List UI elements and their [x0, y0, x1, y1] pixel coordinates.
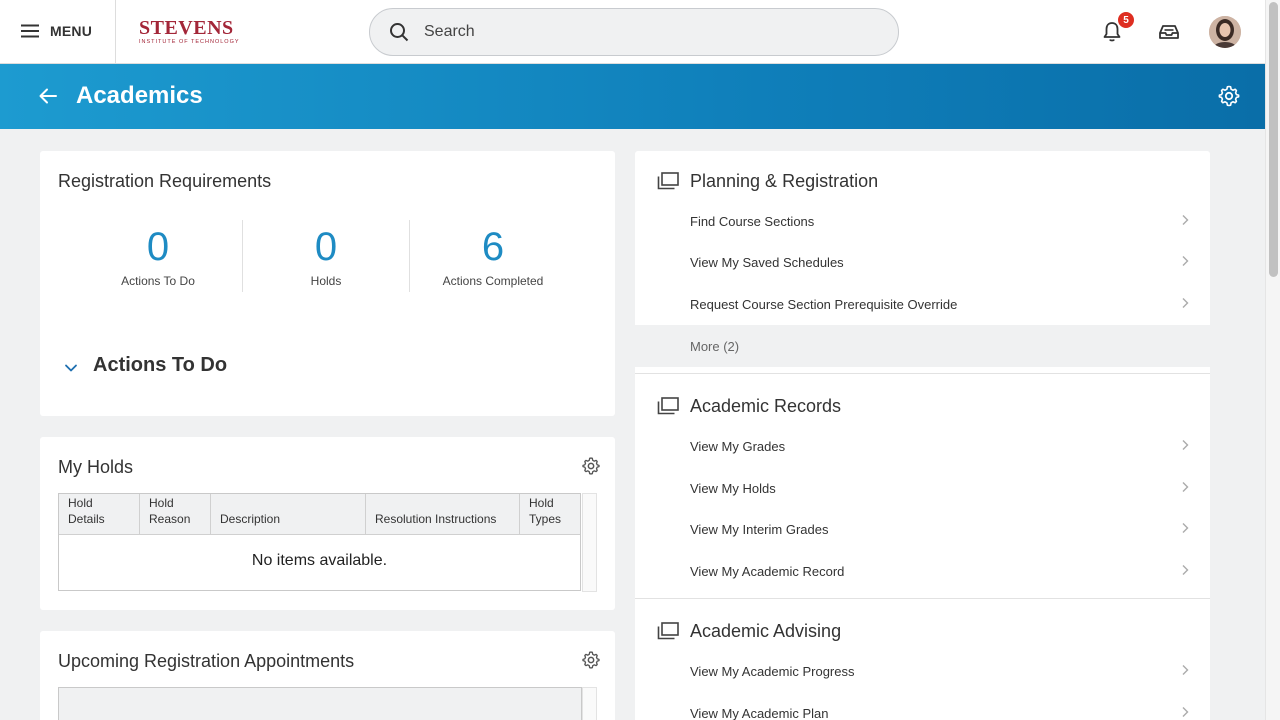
worklet-icon [657, 622, 679, 640]
section-divider [635, 598, 1210, 599]
gear-icon[interactable] [1217, 84, 1241, 108]
link-view-my-academic-record[interactable]: View My Academic Record [635, 552, 1210, 590]
page-title: Academics [76, 82, 203, 109]
stat-divider [409, 220, 410, 292]
link-view-my-interim-grades[interactable]: View My Interim Grades [635, 510, 1210, 548]
link-view-my-academic-progress[interactable]: View My Academic Progress [635, 652, 1210, 690]
chevron-right-icon [1182, 523, 1189, 533]
stevens-logo[interactable]: STEVENS INSTITUTE OF TECHNOLOGY [139, 18, 240, 45]
table-scrollbar[interactable] [582, 687, 597, 720]
chevron-right-icon [1182, 440, 1189, 450]
planning-registration-title: Planning & Registration [690, 171, 879, 191]
link-label: Find Course Sections [690, 214, 815, 229]
worklet-icon [657, 397, 679, 415]
stat-label: Actions To Do [121, 274, 195, 288]
logo-subtitle: INSTITUTE OF TECHNOLOGY [139, 39, 240, 45]
inbox-icon[interactable] [1157, 20, 1181, 44]
chevron-right-icon [1182, 665, 1189, 675]
topbar-divider [115, 0, 116, 64]
stat-actions-to-do[interactable]: 0 Actions To Do [98, 220, 218, 288]
stat-label: Actions Completed [442, 274, 544, 288]
gear-icon[interactable] [581, 456, 601, 476]
chevron-right-icon [1182, 565, 1189, 575]
chevron-right-icon [1182, 215, 1189, 225]
link-view-my-saved-schedules[interactable]: View My Saved Schedules [635, 243, 1210, 281]
page-header: Academics [0, 64, 1265, 129]
menu-label: MENU [50, 23, 93, 39]
search-placeholder: Search [424, 23, 475, 40]
link-label: View My Saved Schedules [690, 255, 844, 270]
chevron-down-icon[interactable] [62, 359, 80, 377]
avatar[interactable] [1209, 16, 1241, 48]
table-scrollbar[interactable] [582, 493, 597, 592]
stat-holds[interactable]: 0 Holds [266, 220, 386, 288]
link-label: View My Holds [690, 481, 776, 496]
stat-actions-completed[interactable]: 6 Actions Completed [428, 220, 558, 288]
logo-wordmark: STEVENS [139, 17, 234, 39]
appointments-table [58, 687, 582, 720]
search-icon [390, 23, 409, 42]
link-view-my-holds[interactable]: View My Holds [635, 469, 1210, 507]
column-header-hold-details[interactable]: Hold Details [59, 494, 140, 535]
page-scrollbar[interactable] [1265, 0, 1280, 720]
scrollbar-thumb[interactable] [1269, 2, 1278, 277]
empty-table-message: No items available. [251, 552, 388, 569]
link-find-course-sections[interactable]: Find Course Sections [635, 202, 1210, 240]
top-bar: MENU STEVENS INSTITUTE OF TECHNOLOGY Sea… [0, 0, 1265, 64]
column-header-hold-reason[interactable]: Hold Reason [140, 494, 211, 535]
chevron-right-icon [1182, 482, 1189, 492]
actions-to-do-heading[interactable]: Actions To Do [93, 354, 227, 377]
link-label: View My Academic Plan [690, 706, 829, 720]
link-view-my-grades[interactable]: View My Grades [635, 427, 1210, 465]
stat-label: Holds [310, 274, 342, 288]
hamburger-icon [21, 24, 39, 38]
link-label: View My Academic Progress [690, 664, 855, 679]
link-view-my-academic-plan[interactable]: View My Academic Plan [635, 694, 1210, 720]
notification-badge: 5 [1117, 11, 1135, 29]
column-header-resolution-instructions[interactable]: Resolution Instructions [366, 494, 520, 535]
chevron-right-icon [1182, 298, 1189, 308]
menu-button[interactable]: MENU [20, 21, 92, 41]
upcoming-appointments-title: Upcoming Registration Appointments [58, 651, 355, 671]
link-label: View My Interim Grades [690, 522, 829, 537]
my-holds-title: My Holds [58, 457, 134, 477]
back-arrow-icon[interactable] [36, 84, 60, 108]
more-link[interactable]: More (2) [635, 325, 1210, 367]
link-label: View My Academic Record [690, 564, 845, 579]
link-label: View My Grades [690, 439, 786, 454]
holds-table: Hold Details Hold Reason Description Res… [58, 493, 581, 591]
worklet-icon [657, 172, 679, 190]
chevron-right-icon [1182, 707, 1189, 717]
stat-value: 0 [314, 225, 338, 269]
registration-requirements-title: Registration Requirements [58, 171, 272, 191]
academic-records-title: Academic Records [690, 396, 842, 416]
link-label: Request Course Section Prerequisite Over… [690, 297, 958, 312]
stat-divider [242, 220, 243, 292]
more-label: More (2) [690, 339, 740, 354]
stat-value: 0 [146, 225, 170, 269]
link-request-prerequisite-override[interactable]: Request Course Section Prerequisite Over… [635, 285, 1210, 323]
column-header-hold-types[interactable]: Hold Types [520, 494, 580, 535]
section-divider [635, 373, 1210, 374]
chevron-right-icon [1182, 256, 1189, 266]
gear-icon[interactable] [581, 650, 601, 670]
academic-advising-title: Academic Advising [690, 621, 842, 641]
search-input[interactable]: Search [369, 8, 899, 56]
stat-value: 6 [481, 225, 505, 269]
column-header-description[interactable]: Description [211, 494, 366, 535]
